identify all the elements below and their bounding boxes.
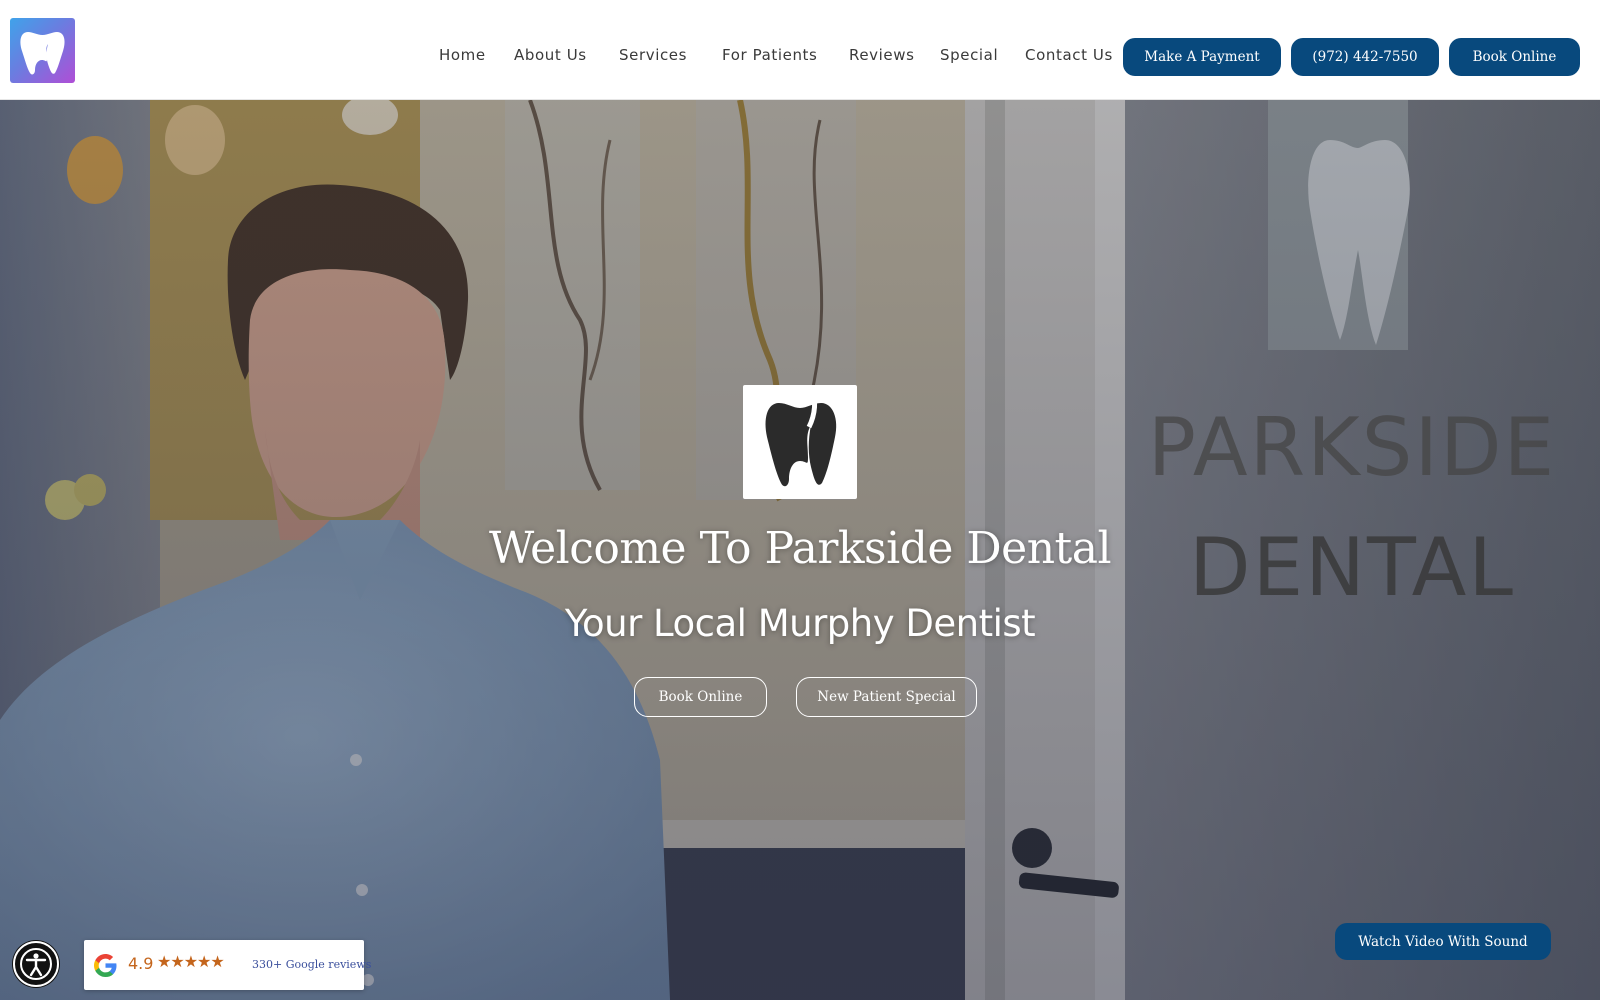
nav-for-patients[interactable]: For Patients [722,46,817,64]
nav-special[interactable]: Special [940,46,998,64]
accessibility-button[interactable] [13,941,59,987]
make-payment-button[interactable]: Make A Payment [1123,38,1281,76]
tooth-icon [20,32,65,75]
nav-contact-us[interactable]: Contact Us [1025,46,1113,64]
logo[interactable] [10,18,75,83]
hero-section: PARKSIDE DENTAL Welcome To Parkside Dent… [0,100,1600,1000]
book-online-hero-button[interactable]: Book Online [634,677,767,717]
door-sign-line1: PARKSIDE [1148,401,1556,494]
hero-title: Welcome To Parkside Dental [488,523,1112,574]
review-count-link[interactable]: 330+ Google reviews [252,958,371,971]
rating-stars: ★★★★★ [157,952,225,971]
google-icon [94,954,117,977]
hero-logo [743,385,857,499]
new-patient-special-button[interactable]: New Patient Special [796,677,977,717]
watch-video-button[interactable]: Watch Video With Sound [1335,923,1551,960]
phone-button[interactable]: (972) 442-7550 [1291,38,1439,76]
tooth-icon [765,387,837,487]
rating-value: 4.9 [128,954,154,973]
hero-subtitle: Your Local Murphy Dentist [564,602,1036,645]
nav-services[interactable]: Services [619,46,687,64]
accessibility-icon [20,948,52,980]
book-online-header-button[interactable]: Book Online [1449,38,1580,76]
nav-home[interactable]: Home [439,46,486,64]
nav-reviews[interactable]: Reviews [849,46,915,64]
google-reviews-badge[interactable]: 4.9 ★★★★★ 330+ Google reviews [84,940,371,990]
site-header: Home About Us Services For Patients Revi… [0,0,1600,100]
nav-about-us[interactable]: About Us [514,46,587,64]
